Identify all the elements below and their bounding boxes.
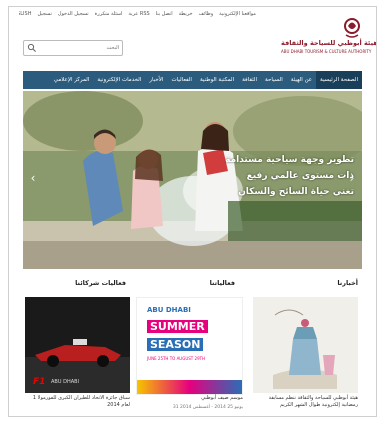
hero-caption-line-3: تغني حياة السائح والسكان [238,187,354,197]
nav-media-center[interactable]: المركز الإعلامي [50,71,94,89]
logo-arabic-text: هيئة أبوظبي للسياحة والثقافة [281,39,377,47]
search-box [23,40,123,56]
events-item-dates: يونيو 25 2014 - أغسطس 2014 31 [172,405,243,410]
top-link-contact[interactable]: اتصل بنا [156,11,173,21]
f1-event-poster[interactable]: F1 ABU DHABI [25,297,130,393]
summer-banner-line3: SEASON [147,338,204,351]
events-item-title[interactable]: موسم صيف أبوظبي [138,395,243,402]
top-link-sitemap[interactable]: خريطة [179,11,193,21]
nav-about[interactable]: عن الهيئة [287,71,316,89]
summer-banner-line1: ABU DHABI [147,306,191,314]
nav-events[interactable]: الفعاليات [167,71,196,89]
summer-season-banner[interactable]: ABU DHABI SUMMER SEASON JUNE 25TH TO AUG… [136,297,243,395]
top-link-register[interactable]: تسجيل [37,11,51,21]
partners-events-heading: فعاليات شركائنا [75,279,126,287]
news-card-image[interactable] [253,297,358,393]
logo-emblem-icon [344,18,360,38]
top-link-faq[interactable]: أسئلة متكررة [95,11,123,21]
events-heading: فعالياتنا [209,279,235,287]
summer-banner-dates: JUNE 25TH TO AUGUST 29TH [147,356,206,361]
content-sections: أخبارنا فعالياتنا فعاليات شركائنا ABU DH… [23,275,362,415]
f1-logo-text: F1 [33,377,46,387]
top-links: مواقعنا الإلكترونية وظائف خريطة اتصل بنا… [19,11,256,21]
partners-item-title[interactable]: سباق جائزة الاتحاد للطيران الكبرى للفورم… [25,395,130,409]
news-heading: أخبارنا [337,279,358,287]
news-item-title[interactable]: هيئة أبوظبي للسياحة والثقافة تنظم مسابقة… [253,395,358,409]
summer-banner-line2: SUMMER [147,320,208,333]
search-icon[interactable] [27,43,37,53]
logo-english-text: ABU DHABI TOURISM & CULTURE AUTHORITY [281,49,372,54]
hero-caption-line-1: تطوير وجهة سياحية مستدامة [225,155,354,165]
top-link-english[interactable]: ENGLISH [19,11,31,21]
nav-tourism[interactable]: السياحة [261,71,287,89]
hero-caption-line-2: ذات مستوى عالمي رفيع [246,171,354,181]
site-logo[interactable]: هيئة أبوظبي للسياحة والثقافة ABU DHABI T… [281,15,377,59]
hero-prev-arrow-icon[interactable]: ‹ [27,171,39,185]
top-link-jobs[interactable]: وظائف [199,11,214,21]
nav-national-library[interactable]: المكتبة الوطنية [196,71,238,89]
search-input[interactable] [45,42,119,54]
top-link-rss[interactable]: عربة RSS [128,11,149,21]
browser-frame: مواقعنا الإلكترونية وظائف خريطة اتصل بنا… [8,6,377,417]
top-link-login[interactable]: تسجيل الدخول [58,11,89,21]
main-nav: الصفحة الرئيسية عن الهيئة السياحة الثقاف… [23,71,362,89]
ramadan-lantern-illustration [253,297,358,393]
summer-banner-stripe [137,380,242,394]
top-link-websites[interactable]: مواقعنا الإلكترونية [219,11,256,21]
nav-eservices[interactable]: الخدمات الإلكترونية [93,71,145,89]
nav-news[interactable]: الأخبار [145,71,167,89]
hero-slider[interactable]: ‹ › تطوير وجهة سياحية مستدامة ذات مستوى … [23,91,362,269]
f1-subtitle-text: ABU DHABI [51,379,80,385]
nav-culture[interactable]: الثقافة [238,71,261,89]
nav-home[interactable]: الصفحة الرئيسية [316,71,362,89]
